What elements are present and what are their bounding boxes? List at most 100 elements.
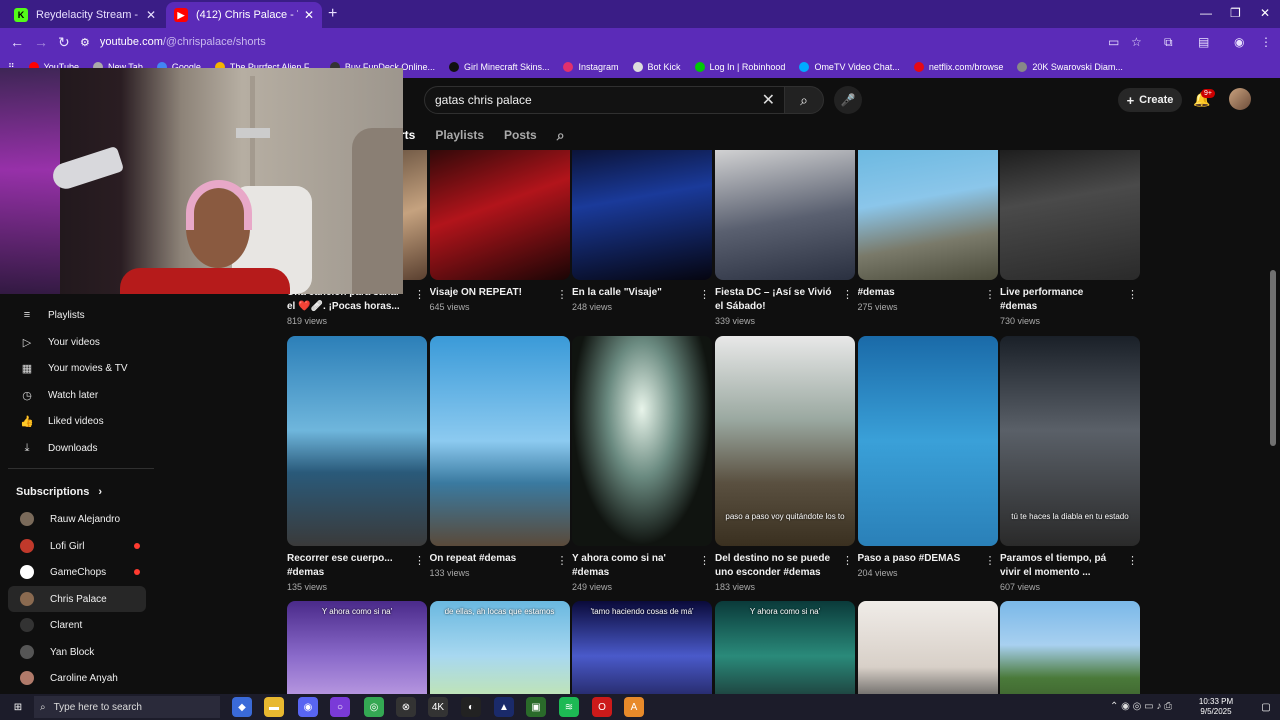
app-icon-blue[interactable]: ▲: [494, 697, 514, 717]
short-title[interactable]: #demas: [858, 286, 976, 300]
short-card[interactable]: En la calle "Visaje" ⋮ 248 views: [572, 150, 712, 312]
bookmark-item[interactable]: Girl Minecraft Skins...: [448, 62, 549, 72]
reload-button[interactable]: ↻: [58, 34, 70, 51]
subscriptions-heading[interactable]: Subscriptions ›: [16, 486, 102, 498]
more-options-icon[interactable]: ⋮: [414, 288, 425, 301]
search-icon[interactable]: ⌕: [784, 86, 824, 114]
short-thumbnail[interactable]: 'tamo haciendo cosas de má': [572, 601, 712, 694]
create-button[interactable]: + Create: [1118, 88, 1182, 112]
more-options-icon[interactable]: ⋮: [414, 554, 425, 567]
new-tab-button[interactable]: +: [328, 5, 337, 23]
taskbar-search-input[interactable]: ⌕ Type here to search: [34, 696, 220, 718]
short-thumbnail[interactable]: Y ahora como si na': [715, 601, 855, 694]
page-scrollbar[interactable]: [1270, 270, 1276, 446]
more-options-icon[interactable]: ⋮: [557, 288, 568, 301]
menu-icon[interactable]: ⋮: [1260, 35, 1272, 49]
more-options-icon[interactable]: ⋮: [557, 554, 568, 567]
back-button[interactable]: ←: [10, 34, 24, 50]
sidebar-item-your-movies-tv[interactable]: ▦ Your movies & TV: [8, 355, 146, 381]
restore-button[interactable]: ❐: [1230, 6, 1241, 20]
app-icon-orange[interactable]: A: [624, 697, 644, 717]
more-options-icon[interactable]: ⋮: [1127, 554, 1138, 567]
short-thumbnail[interactable]: tú te haces la diabla en tu estado: [1000, 336, 1140, 546]
clear-search-icon[interactable]: ✕: [762, 90, 775, 110]
sidebar-item-playlists[interactable]: ≡ Playlists: [8, 302, 146, 328]
bookmark-item[interactable]: Instagram: [563, 62, 619, 72]
short-card[interactable]: Live performance #demas ⋮ 730 views: [1000, 150, 1140, 326]
short-thumbnail[interactable]: [429, 150, 570, 280]
short-thumbnail[interactable]: [1000, 601, 1140, 694]
short-title[interactable]: Paramos el tiempo, pá vivir el momento .…: [1000, 552, 1118, 580]
short-card[interactable]: On repeat #demas ⋮ 133 views: [429, 336, 570, 578]
profile-avatar-icon[interactable]: ◉: [1234, 35, 1244, 49]
tab-posts[interactable]: Posts: [504, 128, 537, 142]
more-options-icon[interactable]: ⋮: [985, 554, 996, 567]
bookmark-item[interactable]: Log In | Robinhood: [694, 62, 785, 72]
file-explorer-icon[interactable]: ▬: [264, 697, 284, 717]
4k-app-icon[interactable]: 4K: [428, 697, 448, 717]
bookmark-star-icon[interactable]: ☆: [1131, 35, 1142, 49]
short-title[interactable]: Y ahora como si na' #demas: [572, 552, 690, 580]
short-thumbnail[interactable]: [572, 336, 712, 546]
opera-icon[interactable]: O: [592, 697, 612, 717]
minecraft-icon[interactable]: ▣: [526, 697, 546, 717]
close-tab-icon[interactable]: ✕: [146, 8, 156, 22]
sidebar-item-your-videos[interactable]: ▷ Your videos: [8, 329, 146, 355]
tab-playlists[interactable]: Playlists: [435, 128, 484, 142]
more-options-icon[interactable]: ⋮: [699, 554, 710, 567]
copilot-icon[interactable]: ◆: [232, 697, 252, 717]
subscription-yan-block[interactable]: Yan Block: [8, 639, 146, 665]
short-thumbnail[interactable]: [857, 601, 998, 694]
bookmark-item[interactable]: OmeTV Video Chat...: [799, 62, 900, 72]
short-title[interactable]: Recorrer ese cuerpo... #demas: [287, 552, 405, 580]
short-thumbnail[interactable]: paso a paso voy quitándote los to: [715, 336, 855, 546]
minimize-button[interactable]: —: [1200, 6, 1212, 20]
short-thumbnail[interactable]: [715, 150, 855, 280]
short-card[interactable]: [1000, 601, 1140, 694]
short-thumbnail[interactable]: [857, 150, 998, 280]
bookmark-item[interactable]: netflix.com/browse: [913, 62, 1003, 72]
more-options-icon[interactable]: ⋮: [1127, 288, 1138, 301]
extensions-icon[interactable]: ⧉: [1164, 35, 1173, 50]
short-thumbnail[interactable]: Y ahora como si na': [287, 601, 427, 694]
short-card[interactable]: tú te haces la diabla en tu estado Paramo…: [1000, 336, 1140, 592]
browser-tab-kick[interactable]: K Reydelacity Stream - Watch Live ✕: [6, 2, 164, 28]
bookmark-item[interactable]: Bot Kick: [632, 62, 681, 72]
taskbar-clock[interactable]: 10:33 PM 9/5/2025: [1196, 697, 1236, 717]
short-card[interactable]: paso a paso voy quitándote los to Del des…: [715, 336, 855, 592]
short-card[interactable]: Visaje ON REPEAT! ⋮ 645 views: [429, 150, 570, 312]
short-title[interactable]: Visaje ON REPEAT!: [430, 286, 548, 300]
short-title[interactable]: Del destino no se puede uno esconder #de…: [715, 552, 833, 580]
short-card[interactable]: Paso a paso #DEMAS ⋮ 204 views: [857, 336, 998, 578]
more-options-icon[interactable]: ⋮: [985, 288, 996, 301]
side-panel-icon[interactable]: ▤: [1198, 35, 1209, 49]
browser-tab-youtube[interactable]: ▶ (412) Chris Palace - YouTube ✕: [166, 2, 322, 28]
short-thumbnail[interactable]: [572, 150, 712, 280]
sidebar-item-watch-later[interactable]: ◷ Watch later: [8, 382, 146, 408]
short-title[interactable]: Live performance #demas: [1000, 286, 1118, 314]
sidebar-item-liked-videos[interactable]: 👍 Liked videos: [8, 408, 146, 434]
short-thumbnail[interactable]: [857, 336, 998, 546]
xbox-icon[interactable]: ⊗: [396, 697, 416, 717]
short-title[interactable]: Fiesta DC – ¡Así se Vivió el Sábado!: [715, 286, 833, 314]
more-options-icon[interactable]: ⋮: [842, 554, 853, 567]
subscription-caroline-anyah[interactable]: Caroline Anyah: [8, 665, 146, 691]
short-title[interactable]: En la calle "Visaje": [572, 286, 690, 300]
short-card[interactable]: de ellas, ah locas que estamos: [429, 601, 570, 694]
subscription-chris-palace[interactable]: Chris Palace: [8, 586, 146, 612]
account-avatar[interactable]: [1229, 88, 1251, 110]
spotify-icon[interactable]: ≋: [559, 697, 579, 717]
short-card[interactable]: Y ahora como si na' #demas ⋮ 249 views: [572, 336, 712, 592]
system-tray-icons[interactable]: ⌃ ◉ ◎ ▭ ♪ ⎙: [1110, 701, 1172, 712]
short-thumbnail[interactable]: [429, 336, 570, 546]
subscription-clarent[interactable]: Clarent: [8, 612, 146, 638]
short-thumbnail[interactable]: [287, 336, 427, 546]
short-card[interactable]: Fiesta DC – ¡Así se Vivió el Sábado! ⋮ 339…: [715, 150, 855, 326]
subscription-rauw-alejandro[interactable]: Rauw Alejandro: [8, 506, 146, 532]
microphone-icon[interactable]: 🎤: [834, 86, 862, 114]
more-options-icon[interactable]: ⋮: [842, 288, 853, 301]
short-card[interactable]: Y ahora como si na': [715, 601, 855, 694]
channel-search-icon[interactable]: ⌕: [557, 127, 565, 144]
short-card[interactable]: 'tamo haciendo cosas de má': [572, 601, 712, 694]
address-bar[interactable]: ⚙ youtube.com/@chrispalace/shorts: [80, 31, 1160, 53]
